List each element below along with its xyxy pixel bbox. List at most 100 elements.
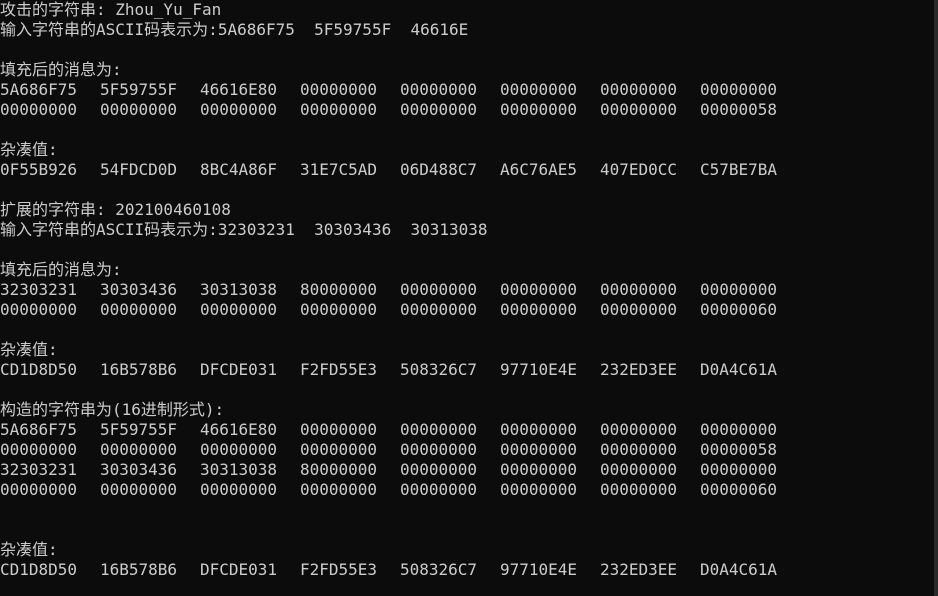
ascii-value: 30303436 [314,220,392,239]
window-edge [934,0,938,596]
hex-word: 00000000 [100,100,178,119]
hex-word: 00000000 [400,460,478,479]
hex-word: 00000000 [400,420,478,439]
hex-word: 00000000 [700,420,778,439]
hex-word: 00000000 [600,280,678,299]
hex-word: 00000000 [0,480,78,499]
padded-row: 32303231 30303436 30313038 80000000 00000000… [0,280,938,300]
hex-word: F2FD55E3 [300,560,378,579]
ascii-value: 30313038 [410,220,488,239]
hex-word: 46616E80 [200,80,278,99]
hex-word: 00000058 [700,440,778,459]
hex-word: 30303436 [100,280,178,299]
hex-word: 97710E4E [500,360,578,379]
hex-word: A6C76AE5 [500,160,578,179]
hex-word: 00000000 [600,420,678,439]
hex-word: D0A4C61A [700,560,778,579]
hex-word: 00000000 [400,300,478,319]
console-output[interactable]: 攻击的字符串: Zhou_Yu_Fan 输入字符串的ASCII码表示为:5A68… [0,0,938,596]
hex-word: 00000000 [500,480,578,499]
hex-word: C57BE7BA [700,160,778,179]
hex-word: 00000000 [600,480,678,499]
hex-word: 232ED3EE [600,560,678,579]
hex-word: 00000000 [300,300,378,319]
hex-word: 00000000 [500,440,578,459]
hex-word: 00000000 [600,80,678,99]
constructed-row: 32303231 30303436 30313038 80000000 00000000… [0,460,938,480]
hex-word: 00000000 [200,440,278,459]
hex-word: 00000060 [700,480,778,499]
ascii-label: 输入字符串的ASCII码表示为: [0,220,218,239]
hex-word: 00000000 [500,80,578,99]
hash-label: 杂凑值: [0,140,58,159]
padded-label: 填充后的消息为: [0,260,122,279]
hex-word: F2FD55E3 [300,360,378,379]
hex-word: 31E7C5AD [300,160,378,179]
hash-row: 0F55B926 54FDCD0D 8BC4A86F 31E7C5AD 06D488C7… [0,160,938,180]
hex-word: DFCDE031 [200,560,278,579]
hex-word: 5F59755F [100,80,178,99]
hex-word: 00000000 [400,440,478,459]
constructed-row: 00000000 00000000 00000000 00000000 00000000… [0,480,938,500]
hex-word: 32303231 [0,460,78,479]
hex-word: 00000000 [400,100,478,119]
hex-word: 00000000 [500,100,578,119]
hex-word: 16B578B6 [100,560,178,579]
constructed-row: 5A686F75 5F59755F 46616E80 00000000 00000000… [0,420,938,440]
hex-word: 00000000 [300,480,378,499]
hex-word: 00000000 [400,480,478,499]
attack-string-line: 攻击的字符串: Zhou_Yu_Fan [0,0,222,19]
hex-word: 00000000 [600,100,678,119]
padded-label: 填充后的消息为: [0,60,122,79]
hex-word: 00000000 [0,100,78,119]
hash-label: 杂凑值: [0,340,58,359]
ascii-label: 输入字符串的ASCII码表示为: [0,20,218,39]
hex-word: 00000000 [200,100,278,119]
padded-row: 00000000 00000000 00000000 00000000 00000000… [0,300,938,320]
hex-word: 54FDCD0D [100,160,178,179]
hex-word: 5A686F75 [0,80,78,99]
extension-string-line: 扩展的字符串: 202100460108 [0,200,231,219]
hex-word: 407ED0CC [600,160,678,179]
hex-word: 30313038 [200,460,278,479]
hex-word: 00000000 [500,300,578,319]
ascii-value: 46616E [410,20,469,39]
hex-word: 00000000 [300,80,378,99]
ascii-value: 5F59755F [314,20,392,39]
hex-word: 80000000 [300,460,378,479]
hex-word: DFCDE031 [200,360,278,379]
hex-word: 0F55B926 [0,160,78,179]
hex-word: 00000000 [300,440,378,459]
hex-word: 30313038 [200,280,278,299]
padded-row: 5A686F75 5F59755F 46616E80 00000000 00000000… [0,80,938,100]
constructed-row: 00000000 00000000 00000000 00000000 00000000… [0,440,938,460]
hex-word: 00000000 [600,440,678,459]
hex-word: 00000000 [500,280,578,299]
hex-word: 00000000 [600,460,678,479]
hex-word: 32303231 [0,280,78,299]
blank-lines [0,500,938,540]
hex-word: 00000000 [700,460,778,479]
hex-word: 00000000 [200,480,278,499]
hex-word: 508326C7 [400,560,478,579]
ascii-value: 32303231 [217,220,295,239]
ascii-value: 5A686F75 [217,20,295,39]
hash-row: CD1D8D50 16B578B6 DFCDE031 F2FD55E3 508326C7… [0,560,938,580]
hex-word: 00000000 [0,300,78,319]
hex-word: 00000000 [200,300,278,319]
hash-label: 杂凑值: [0,540,58,559]
hex-word: CD1D8D50 [0,560,78,579]
hex-word: 46616E80 [200,420,278,439]
hex-word: 00000000 [100,480,178,499]
hex-word: 00000000 [100,440,178,459]
hash-row: CD1D8D50 16B578B6 DFCDE031 F2FD55E3 508326C7… [0,360,938,380]
ascii-line: 输入字符串的ASCII码表示为:32303231 30303436 303130… [0,220,938,240]
hex-word: 00000000 [300,420,378,439]
hex-word: 00000000 [500,420,578,439]
hex-word: 00000058 [700,100,778,119]
hex-word: 00000000 [500,460,578,479]
